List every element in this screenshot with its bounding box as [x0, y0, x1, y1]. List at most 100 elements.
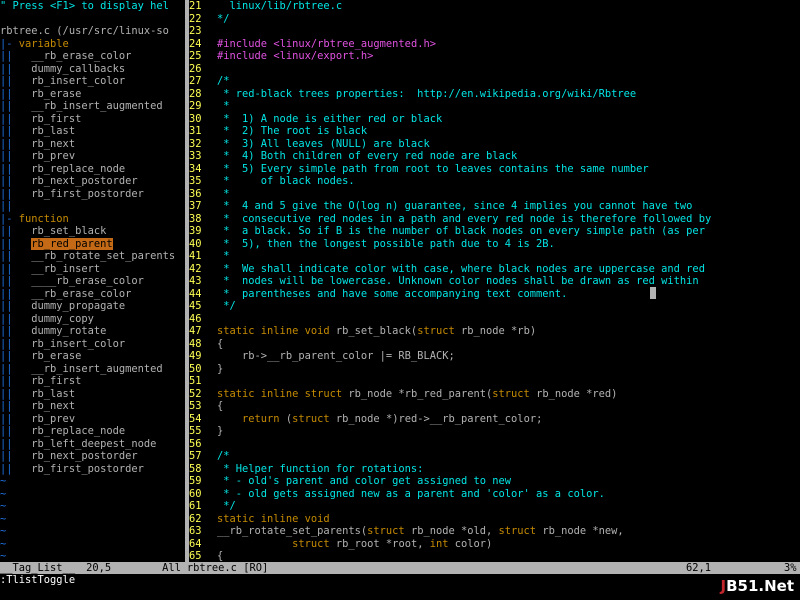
- taglist-line[interactable]: ~: [0, 513, 185, 526]
- code-line[interactable]: 33 * 4) Both children of every red node …: [189, 150, 800, 163]
- code-line[interactable]: 55}: [189, 425, 800, 438]
- taglist-line[interactable]: || rb_last: [0, 125, 185, 138]
- taglist-line[interactable]: || dummy_rotate: [0, 325, 185, 338]
- code-line[interactable]: 25 #include <linux/export.h>: [189, 50, 800, 63]
- taglist-line[interactable]: || __rb_erase_color: [0, 50, 185, 63]
- code-line[interactable]: 59 * - old's parent and color get assign…: [189, 475, 800, 488]
- taglist-line[interactable]: || rb_first_postorder: [0, 463, 185, 476]
- taglist-line[interactable]: |- variable: [0, 38, 185, 51]
- code-line[interactable]: 31 * 2) The root is black: [189, 125, 800, 138]
- code-token: rb_next: [12, 400, 76, 412]
- code-line[interactable]: 30 * 1) A node is either red or black: [189, 113, 800, 126]
- taglist-line[interactable]: ~: [0, 550, 185, 562]
- code-line[interactable]: 23: [189, 25, 800, 38]
- taglist-line[interactable]: || rb_first_postorder: [0, 188, 185, 201]
- taglist-line[interactable]: [0, 13, 185, 26]
- taglist-line[interactable]: || dummy_propagate: [0, 300, 185, 313]
- taglist-line[interactable]: || rb_set_black: [0, 225, 185, 238]
- taglist-line[interactable]: |- function: [0, 213, 185, 226]
- editor-pane[interactable]: 21 linux/lib/rbtree.c 22 */23 24 #include <l…: [189, 0, 800, 562]
- code-line[interactable]: 48 {: [189, 338, 800, 351]
- taglist-line[interactable]: || ____rb_erase_color: [0, 275, 185, 288]
- code-token: " Press <F1> to display hel: [0, 0, 169, 12]
- code-line[interactable]: 52 static inline struct rb_node *rb_red_p…: [189, 388, 800, 401]
- taglist-line[interactable]: || rb_insert_color: [0, 338, 185, 351]
- code-line[interactable]: 56: [189, 438, 800, 451]
- taglist-line[interactable]: || rb_prev: [0, 413, 185, 426]
- code-line[interactable]: 44 * parentheses and have some accompany…: [189, 288, 800, 301]
- code-line[interactable]: 28 * red-black trees properties: http://…: [189, 88, 800, 101]
- code-line[interactable]: 40 * 5), then the longest possible path …: [189, 238, 800, 251]
- code-line[interactable]: 49 rb->__rb_parent_color |= RB_BLACK;: [189, 350, 800, 363]
- code-line[interactable]: 62 static inline void: [189, 513, 800, 526]
- taglist-line[interactable]: || rb_erase: [0, 88, 185, 101]
- code-line[interactable]: 21 linux/lib/rbtree.c: [189, 0, 800, 13]
- taglist-line[interactable]: || rb_replace_node: [0, 425, 185, 438]
- code-line[interactable]: 50}: [189, 363, 800, 376]
- taglist-line[interactable]: || dummy_copy: [0, 313, 185, 326]
- taglist-line[interactable]: || rb_prev: [0, 150, 185, 163]
- code-token: #include: [217, 37, 274, 50]
- taglist-line[interactable]: || rb_left_deepest_node: [0, 438, 185, 451]
- code-line[interactable]: 22 */: [189, 13, 800, 26]
- code-line[interactable]: 61 */: [189, 500, 800, 513]
- taglist-line[interactable]: ~: [0, 500, 185, 513]
- taglist-line[interactable]: || rb_insert_color: [0, 75, 185, 88]
- code-line[interactable]: 24 #include <linux/rbtree_augmented.h>: [189, 38, 800, 51]
- taglist-line[interactable]: || __rb_erase_color: [0, 288, 185, 301]
- taglist-line[interactable]: ~: [0, 525, 185, 538]
- code-line[interactable]: 46: [189, 313, 800, 326]
- code-line[interactable]: 27 /*: [189, 75, 800, 88]
- code-line[interactable]: 26: [189, 63, 800, 76]
- taglist-line[interactable]: ~: [0, 475, 185, 488]
- taglist-line[interactable]: || rb_first: [0, 375, 185, 388]
- taglist-line[interactable]: || rb_last: [0, 388, 185, 401]
- code-line[interactable]: 54 return (struct rb_node *)red->__rb_pa…: [189, 413, 800, 426]
- code-line[interactable]: 29 *: [189, 100, 800, 113]
- code-line[interactable]: 42 * We shall indicate color with case, …: [189, 263, 800, 276]
- command-line[interactable]: :TlistToggle: [0, 574, 800, 587]
- code-token: rb_replace_node: [12, 162, 126, 175]
- taglist-line[interactable]: ~: [0, 488, 185, 501]
- taglist-line[interactable]: ~: [0, 538, 185, 551]
- code-line[interactable]: 38 * consecutive red nodes in a path and…: [189, 213, 800, 226]
- taglist-line[interactable]: " Press <F1> to display hel: [0, 0, 185, 13]
- code-line[interactable]: 58 * Helper function for rotations:: [189, 463, 800, 476]
- code-token: dummy_rotate: [12, 325, 107, 337]
- taglist-line[interactable]: || __rb_rotate_set_parents: [0, 250, 185, 263]
- taglist-line[interactable]: || __rb_insert: [0, 263, 185, 276]
- taglist-line[interactable]: || __rb_insert_augmented: [0, 363, 185, 376]
- code-line[interactable]: 36 *: [189, 188, 800, 201]
- code-line[interactable]: 53 {: [189, 400, 800, 413]
- code-line[interactable]: 35 * of black nodes.: [189, 175, 800, 188]
- code-line[interactable]: 45 */: [189, 300, 800, 313]
- code-line[interactable]: 65 {: [189, 550, 800, 562]
- taglist-line[interactable]: || dummy_callbacks: [0, 63, 185, 76]
- code-line[interactable]: 64 struct rb_root *root, int color): [189, 538, 800, 551]
- code-line[interactable]: 63 __rb_rotate_set_parents(struct rb_node…: [189, 525, 800, 538]
- line-number: 38: [189, 212, 202, 225]
- taglist-line[interactable]: rbtree.c (/usr/src/linux-so: [0, 25, 185, 38]
- taglist-line[interactable]: || __rb_insert_augmented: [0, 100, 185, 113]
- code-line[interactable]: 43 * nodes will be lowercase. Unknown co…: [189, 275, 800, 288]
- code-line[interactable]: 47 static inline void rb_set_black(struct…: [189, 325, 800, 338]
- code-line[interactable]: 57 /*: [189, 450, 800, 463]
- code-line[interactable]: 41 *: [189, 250, 800, 263]
- taglist-line[interactable]: || rb_first: [0, 113, 185, 126]
- code-line[interactable]: 60 * - old gets assigned new as a parent…: [189, 488, 800, 501]
- taglist-line[interactable]: || rb_next: [0, 400, 185, 413]
- taglist-line[interactable]: || rb_next: [0, 138, 185, 151]
- code-line[interactable]: 39 * a black. So if B is the number of b…: [189, 225, 800, 238]
- code-line[interactable]: 37 * 4 and 5 give the O(log n) guarantee…: [189, 200, 800, 213]
- taglist-line[interactable]: ||: [0, 200, 185, 213]
- code-line[interactable]: 32 * 3) All leaves (NULL) are black: [189, 138, 800, 151]
- code-token: ||: [0, 175, 13, 187]
- taglist-line[interactable]: || rb_next_postorder: [0, 175, 185, 188]
- taglist-line[interactable]: || rb_replace_node: [0, 163, 185, 176]
- taglist-line[interactable]: || rb_next_postorder: [0, 450, 185, 463]
- taglist-line[interactable]: || rb_red_parent: [0, 237, 185, 251]
- code-line[interactable]: 34 * 5) Every simple path from root to l…: [189, 163, 800, 176]
- taglist-line[interactable]: || rb_erase: [0, 350, 185, 363]
- taglist-pane[interactable]: " Press <F1> to display hel rbtree.c (/us…: [0, 0, 185, 562]
- code-line[interactable]: 51: [189, 375, 800, 388]
